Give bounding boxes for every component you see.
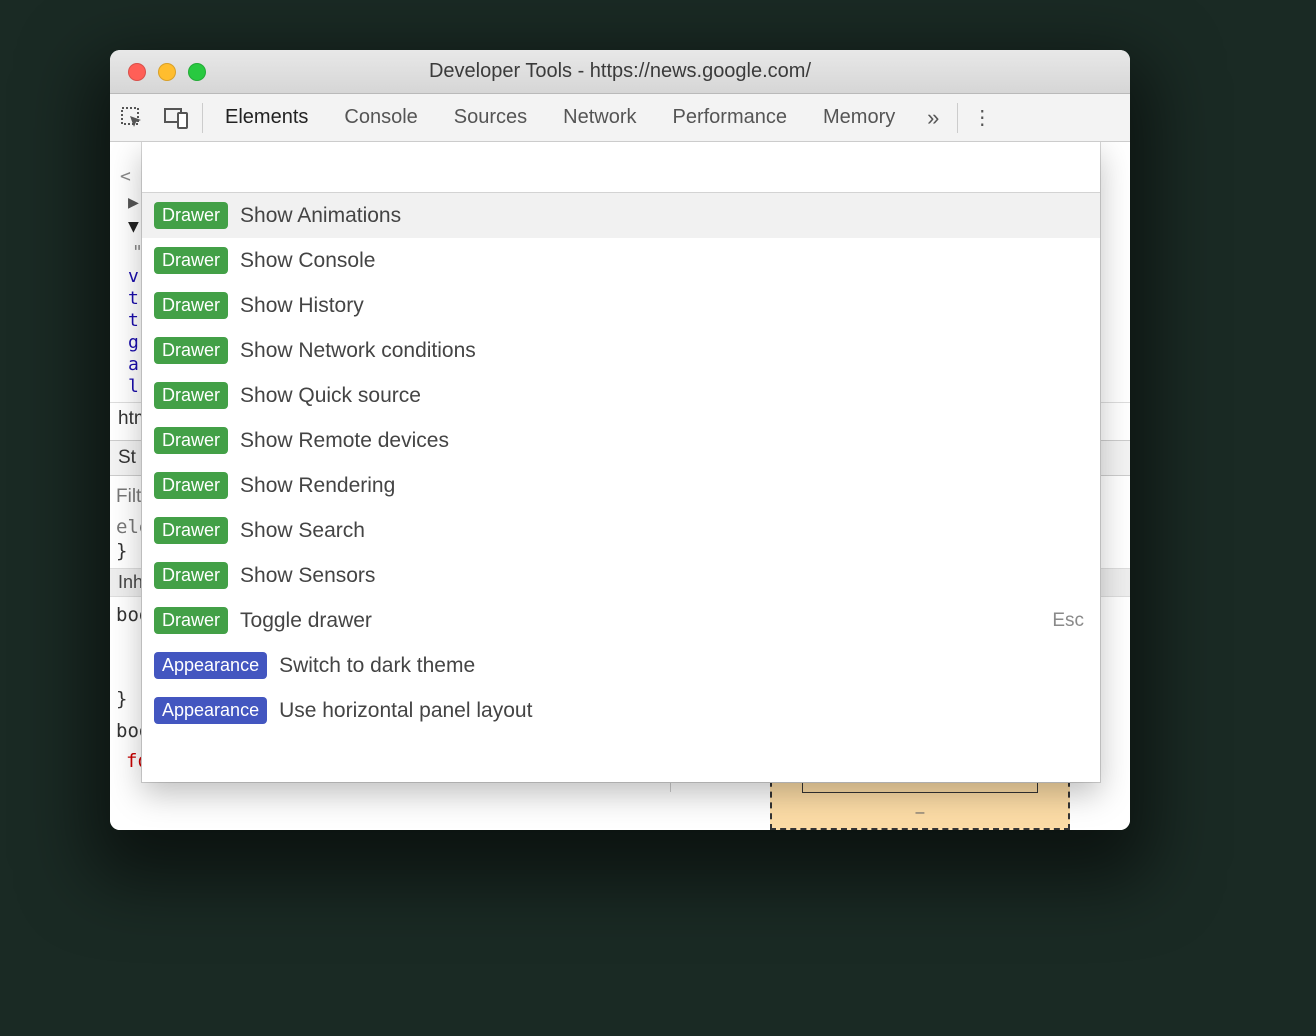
command-category-badge: Drawer — [154, 517, 228, 544]
command-menu-item[interactable]: Drawer Toggle drawer Esc — [142, 598, 1100, 643]
minimize-button[interactable] — [158, 63, 176, 81]
command-category-badge: Drawer — [154, 472, 228, 499]
brace: } — [110, 538, 133, 564]
command-category-badge: Drawer — [154, 337, 228, 364]
tab-performance[interactable]: Performance — [655, 106, 806, 129]
command-menu-list: DrawerShow AnimationsDrawerShow ConsoleD… — [142, 193, 1100, 782]
toolbar-separator — [202, 103, 203, 133]
titlebar: Developer Tools - https://news.google.co… — [110, 50, 1130, 94]
devtools-toolbar: Elements Console Sources Network Perform… — [110, 94, 1130, 142]
tab-sources[interactable]: Sources — [436, 106, 545, 129]
devtools-window: Developer Tools - https://news.google.co… — [110, 50, 1130, 830]
command-menu: DrawerShow AnimationsDrawerShow ConsoleD… — [142, 142, 1100, 782]
command-menu-item-label: Show Sensors — [240, 564, 375, 588]
command-menu-item[interactable]: Drawer Show Sensors — [142, 553, 1100, 598]
command-menu-item[interactable]: Appearance Switch to dark theme — [142, 643, 1100, 688]
command-menu-item[interactable]: Drawer Show Remote devices — [142, 418, 1100, 463]
command-menu-item-label: Show Network conditions — [240, 339, 476, 363]
tab-memory[interactable]: Memory — [805, 106, 913, 129]
tab-network[interactable]: Network — [545, 106, 654, 129]
tab-elements[interactable]: Elements — [207, 106, 326, 129]
command-menu-item-label: Show Quick source — [240, 384, 421, 408]
tab-console[interactable]: Console — [326, 106, 435, 129]
command-menu-item-label: Show Search — [240, 519, 365, 543]
command-menu-item[interactable]: Drawer Show Search — [142, 508, 1100, 553]
dom-tag-fragment: < — [120, 166, 131, 187]
command-menu-item[interactable]: Drawer Show Rendering — [142, 463, 1100, 508]
inspect-element-icon[interactable] — [110, 94, 154, 142]
command-menu-item[interactable]: Appearance Use horizontal panel layout — [142, 688, 1100, 733]
command-category-badge: Appearance — [154, 697, 267, 724]
box-model-value: – — [916, 804, 925, 822]
command-menu-item-label: Show Console — [240, 249, 375, 273]
command-category-badge: Drawer — [154, 202, 228, 229]
command-category-badge: Appearance — [154, 652, 267, 679]
command-category-badge: Drawer — [154, 427, 228, 454]
command-menu-item[interactable]: Drawer Show Network conditions — [142, 328, 1100, 373]
command-category-badge: Drawer — [154, 382, 228, 409]
keyboard-shortcut: Esc — [1052, 610, 1084, 632]
command-menu-item-label: Toggle drawer — [240, 609, 372, 633]
command-menu-item-label: Show History — [240, 294, 364, 318]
command-menu-item[interactable]: Drawer Show Animations — [142, 193, 1100, 238]
close-button[interactable] — [128, 63, 146, 81]
command-menu-item[interactable]: Drawer Show Console — [142, 238, 1100, 283]
command-category-badge: Drawer — [154, 247, 228, 274]
command-menu-item-label: Use horizontal panel layout — [279, 699, 532, 723]
maximize-button[interactable] — [188, 63, 206, 81]
tabs-overflow-icon[interactable]: » — [913, 105, 953, 131]
window-title: Developer Tools - https://news.google.co… — [110, 60, 1130, 83]
command-menu-item-label: Show Rendering — [240, 474, 395, 498]
command-menu-item[interactable]: Drawer Show Quick source — [142, 373, 1100, 418]
command-menu-input[interactable] — [152, 148, 1090, 186]
brace: } — [110, 686, 133, 712]
toolbar-separator — [957, 103, 958, 133]
command-category-badge: Drawer — [154, 607, 228, 634]
command-category-badge: Drawer — [154, 562, 228, 589]
kebab-menu-icon[interactable]: ⋮ — [962, 105, 1002, 130]
command-menu-item-label: Switch to dark theme — [279, 654, 475, 678]
command-menu-item-label: Show Animations — [240, 204, 401, 228]
command-menu-item[interactable]: Drawer Show History — [142, 283, 1100, 328]
traffic-lights — [110, 63, 206, 81]
workspace: < ▶ ▼ " v t t g a l html St Filt ele } I… — [110, 142, 1130, 830]
command-menu-item-label: Show Remote devices — [240, 429, 449, 453]
command-menu-input-wrap — [142, 142, 1100, 193]
command-category-badge: Drawer — [154, 292, 228, 319]
device-toggle-icon[interactable] — [154, 94, 198, 142]
